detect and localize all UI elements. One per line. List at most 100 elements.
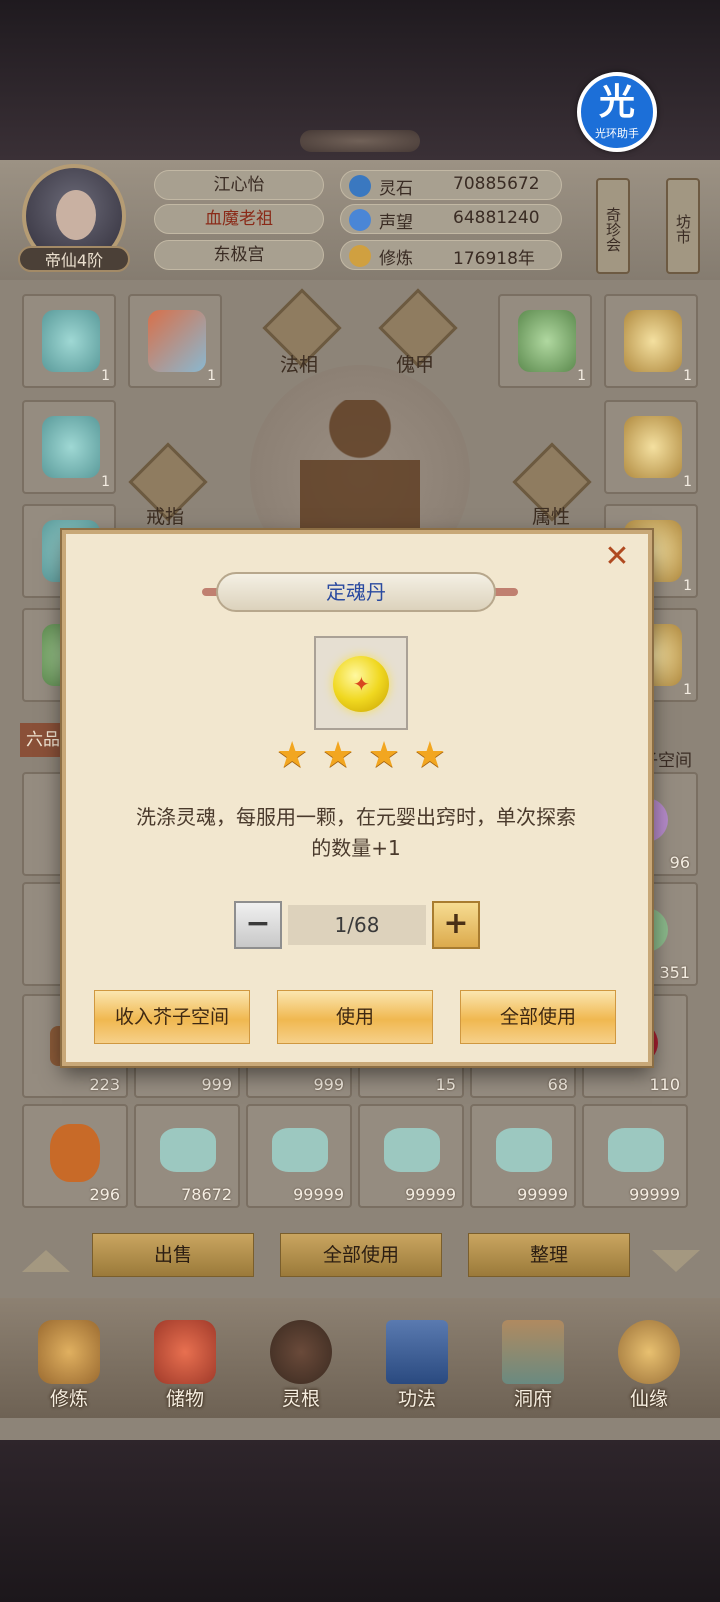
use-button[interactable]: 使用 bbox=[277, 990, 433, 1044]
item-count: 68 bbox=[547, 1075, 568, 1094]
assistant-label: 光环助手 bbox=[595, 127, 639, 140]
player-header: 帝仙4阶 江心怡 血魔老祖 东极宫 灵石 70885672 声望 6488124… bbox=[0, 160, 720, 280]
meditation-icon bbox=[349, 245, 371, 267]
use-all-modal-button[interactable]: 全部使用 bbox=[460, 990, 616, 1044]
cave-dwelling-icon bbox=[502, 1320, 564, 1384]
nav-label: 洞府 bbox=[513, 1388, 552, 1410]
item-rating: ★ ★ ★ ★ bbox=[276, 738, 446, 774]
bottom-backdrop bbox=[0, 1440, 720, 1602]
stat-value: 70885672 bbox=[453, 174, 540, 194]
inventory-cell[interactable]: 99999 bbox=[582, 1104, 688, 1208]
character-silhouette bbox=[300, 400, 420, 550]
quantity-field[interactable]: 1/68 bbox=[288, 905, 426, 945]
item-count: 110 bbox=[649, 1075, 680, 1094]
stat-label: 修炼 bbox=[379, 249, 413, 269]
slot-count: 1 bbox=[683, 578, 692, 594]
equip-slot-armor-green[interactable]: 1 bbox=[498, 294, 592, 388]
equip-slot-robe[interactable]: 1 bbox=[22, 294, 116, 388]
treasure-fair-button[interactable]: 奇珍会 bbox=[596, 178, 630, 274]
armor-icon bbox=[518, 310, 576, 372]
stat-label: 声望 bbox=[379, 213, 413, 233]
spirit-root-icon bbox=[270, 1320, 332, 1384]
armor-icon bbox=[624, 310, 682, 372]
inventory-cell[interactable]: 99999 bbox=[246, 1104, 352, 1208]
avatar-face bbox=[56, 190, 96, 240]
nav-cave[interactable]: 洞府 bbox=[488, 1320, 578, 1416]
gourd-icon bbox=[50, 1124, 100, 1182]
item-count: 96 bbox=[669, 853, 690, 872]
item-title: 定魂丹 bbox=[216, 572, 496, 612]
inventory-cell[interactable]: 78672 bbox=[134, 1104, 240, 1208]
pill-spark: ✦ bbox=[353, 672, 370, 696]
store-in-space-button[interactable]: 收入芥子空间 bbox=[94, 990, 250, 1044]
inventory-cell[interactable]: 296 bbox=[22, 1104, 128, 1208]
item-count: 99999 bbox=[405, 1185, 456, 1204]
reputation-icon bbox=[349, 209, 371, 231]
star-icon: ★ bbox=[321, 735, 355, 776]
inventory-cell[interactable]: 99999 bbox=[470, 1104, 576, 1208]
use-all-button[interactable]: 全部使用 bbox=[280, 1233, 442, 1277]
fortune-icon bbox=[618, 1320, 680, 1384]
slot-count: 1 bbox=[101, 474, 110, 490]
stat-value: 64881240 bbox=[453, 208, 540, 228]
item-count: 78672 bbox=[181, 1185, 232, 1204]
slot-count: 1 bbox=[683, 474, 692, 490]
assistant-glyph: 光 bbox=[598, 82, 635, 123]
sort-button[interactable]: 整理 bbox=[468, 1233, 630, 1277]
frame-ornament bbox=[300, 130, 420, 152]
storage-bag-icon bbox=[154, 1320, 216, 1384]
soul-pill-icon: ✦ bbox=[333, 656, 389, 712]
item-count: 999 bbox=[201, 1075, 232, 1094]
stat-value: 176918年 bbox=[453, 249, 535, 269]
potion-bottle-icon bbox=[496, 1128, 552, 1172]
scroll-up-icon[interactable] bbox=[22, 1250, 70, 1272]
close-icon[interactable]: ✕ bbox=[601, 542, 633, 574]
quantity-decrease-button[interactable]: − bbox=[234, 901, 282, 949]
player-sect: 东极宫 bbox=[154, 240, 324, 270]
inventory-cell[interactable]: 99999 bbox=[358, 1104, 464, 1208]
potion-bottle-icon bbox=[608, 1128, 664, 1172]
nav-fortune[interactable]: 仙缘 bbox=[604, 1320, 694, 1416]
quantity-increase-button[interactable]: + bbox=[432, 901, 480, 949]
player-name: 江心怡 bbox=[154, 170, 324, 200]
player-master: 血魔老祖 bbox=[154, 204, 324, 234]
scroll-down-icon[interactable] bbox=[652, 1250, 700, 1272]
nav-spirit-root[interactable]: 灵根 bbox=[256, 1320, 346, 1416]
nav-cultivation[interactable]: 修炼 bbox=[24, 1320, 114, 1416]
realm-badge: 帝仙4阶 bbox=[18, 246, 130, 272]
nav-technique[interactable]: 功法 bbox=[372, 1320, 462, 1416]
potion-bottle-icon bbox=[160, 1128, 216, 1172]
item-count: 99999 bbox=[517, 1185, 568, 1204]
item-count: 99999 bbox=[629, 1185, 680, 1204]
description-line: 的数量+1 bbox=[311, 836, 401, 860]
potion-bottle-icon bbox=[272, 1128, 328, 1172]
market-button[interactable]: 坊市 bbox=[666, 178, 700, 274]
equip-slot-robe-2[interactable]: 1 bbox=[22, 400, 116, 494]
technique-book-icon bbox=[386, 1320, 448, 1384]
equip-slot-armor-gold-2[interactable]: 1 bbox=[604, 400, 698, 494]
star-icon: ★ bbox=[413, 735, 446, 776]
item-count: 296 bbox=[89, 1185, 120, 1204]
nav-storage[interactable]: 储物 bbox=[140, 1320, 230, 1416]
stat-label: 灵石 bbox=[379, 179, 413, 199]
stat-cultivation: 修炼 176918年 bbox=[340, 240, 562, 270]
cultivation-icon bbox=[38, 1320, 100, 1384]
item-detail-dialog: ✕ 定魂丹 ✦ ★ ★ ★ ★ 洗涤灵魂，每服用一颗，在元婴出窍时，单次探索 的… bbox=[62, 530, 652, 1066]
stat-reputation: 声望 64881240 bbox=[340, 204, 562, 234]
item-description: 洗涤灵魂，每服用一颗，在元婴出窍时，单次探索 的数量+1 bbox=[96, 802, 616, 864]
slot-count: 1 bbox=[683, 368, 692, 384]
equip-slot-bow[interactable]: 1 bbox=[128, 294, 222, 388]
item-count: 351 bbox=[659, 963, 690, 982]
bow-icon bbox=[148, 310, 206, 372]
sell-button[interactable]: 出售 bbox=[92, 1233, 254, 1277]
ring-label: 戒指 bbox=[146, 506, 185, 528]
stat-spirit-stone: 灵石 70885672 bbox=[340, 170, 562, 200]
nav-label: 灵根 bbox=[281, 1388, 320, 1410]
item-count: 15 bbox=[435, 1075, 456, 1094]
assistant-badge[interactable]: 光 光环助手 bbox=[577, 72, 657, 152]
equip-slot-armor-gold[interactable]: 1 bbox=[604, 294, 698, 388]
nav-label: 功法 bbox=[397, 1388, 436, 1410]
bottom-nav: 修炼 储物 灵根 功法 洞府 仙缘 bbox=[0, 1298, 720, 1418]
potion-bottle-icon bbox=[384, 1128, 440, 1172]
slot-count: 1 bbox=[577, 368, 586, 384]
